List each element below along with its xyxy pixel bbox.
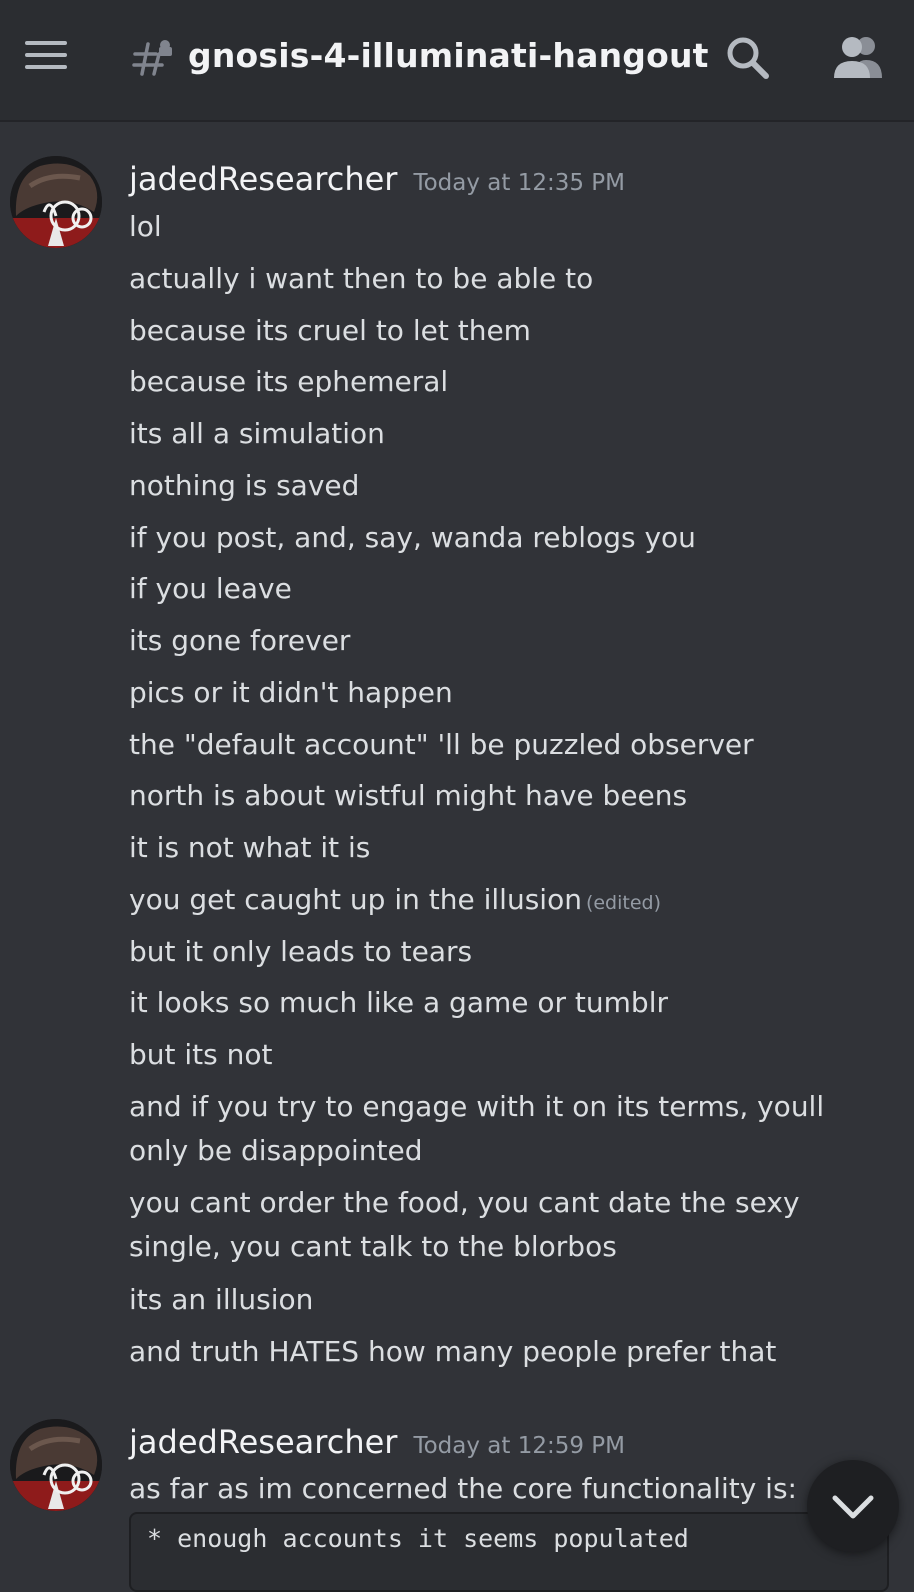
message-line: it is not what it is: [129, 831, 371, 864]
message-line: if you leave: [129, 572, 292, 605]
message-line: lol: [129, 210, 162, 243]
message-line: actually i want then to be able to: [129, 262, 594, 295]
message-line: north is about wistful might have beens: [129, 779, 688, 812]
search-icon[interactable]: [724, 34, 770, 80]
members-icon[interactable]: [832, 34, 884, 80]
message-timestamp: Today at 12:59 PM: [413, 1433, 625, 1459]
avatar-image: [10, 156, 102, 248]
message-header: jadedResearcher Today at 12:35 PM: [129, 160, 625, 198]
channel-name: gnosis-4-illuminati-hangout: [188, 36, 709, 75]
message-line: because its ephemeral: [129, 365, 449, 398]
message-line: you cant order the food, you cant date t…: [129, 1186, 800, 1263]
message-line: but it only leads to tears: [129, 935, 473, 968]
message-header: jadedResearcher Today at 12:59 PM: [129, 1423, 625, 1461]
message-line: because its cruel to let them: [129, 314, 531, 347]
author-name[interactable]: jadedResearcher: [129, 160, 397, 198]
message-line: and truth HATES how many people prefer t…: [129, 1335, 777, 1368]
jump-to-present-button[interactable]: [807, 1460, 899, 1552]
message-line: as far as im concerned the core function…: [129, 1472, 797, 1505]
message-line: its gone forever: [129, 624, 351, 657]
message-text: you get caught up in the illusion: [129, 883, 582, 916]
avatar[interactable]: [10, 156, 102, 248]
message-line: its an illusion: [129, 1283, 314, 1316]
message-line: its all a simulation: [129, 417, 385, 450]
hamburger-icon[interactable]: [25, 41, 67, 73]
avatar[interactable]: [10, 1419, 102, 1511]
author-name[interactable]: jadedResearcher: [129, 1423, 397, 1461]
chevron-down-icon: [832, 1495, 874, 1519]
message-line: nothing is saved: [129, 469, 360, 502]
message-line: but its not: [129, 1038, 273, 1071]
code-block: * enough accounts it seems populated: [129, 1512, 889, 1592]
threaded-channel-icon: [132, 40, 172, 76]
message-line-edited: you get caught up in the illusion (edited…: [129, 878, 879, 925]
message-line: and if you try to engage with it on its …: [129, 1090, 825, 1167]
message-line: the "default account" 'll be puzzled obs…: [129, 728, 754, 761]
avatar-image: [10, 1419, 102, 1511]
message-line: it looks so much like a game or tumblr: [129, 986, 668, 1019]
message-line: pics or it didn't happen: [129, 676, 453, 709]
message-timestamp: Today at 12:35 PM: [413, 170, 625, 196]
message-line: if you post, and, say, wanda reblogs you: [129, 521, 696, 554]
channel-header: gnosis-4-illuminati-hangout: [0, 0, 914, 122]
edited-label: (edited): [585, 892, 662, 914]
